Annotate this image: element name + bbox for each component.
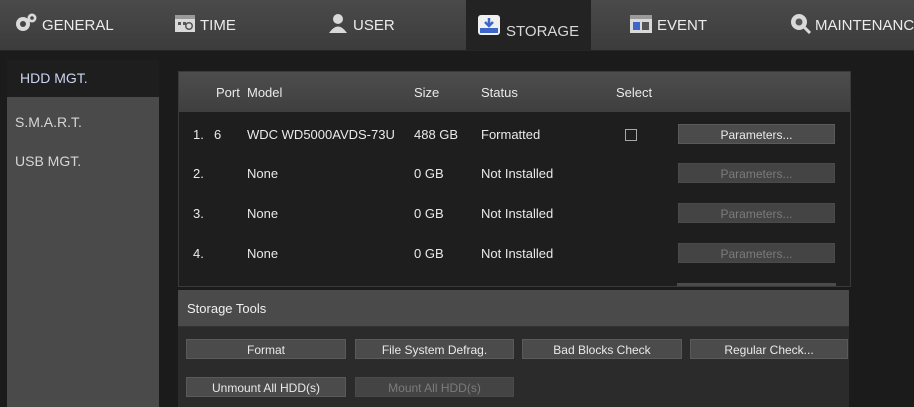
col-select: Select (616, 85, 653, 100)
parameters-button[interactable]: Parameters... (678, 203, 835, 223)
table-header: Port Model Size Status Select (179, 72, 850, 112)
storage-tools-body: Format File System Defrag. Bad Blocks Ch… (178, 327, 849, 407)
tab-maintenance[interactable]: MAINTENANCE (789, 0, 914, 50)
row-index: 4. (193, 246, 204, 261)
sidebar-item-label: HDD MGT. (20, 70, 88, 86)
row-model: None (247, 206, 279, 221)
scroll-indicator (677, 283, 836, 286)
tab-general[interactable]: GENERAL (14, 0, 114, 50)
row-size: 488 GB (414, 127, 459, 142)
unmount-all-hdd-button[interactable]: Unmount All HDD(s) (186, 377, 346, 397)
tab-time[interactable]: TIME (174, 0, 236, 50)
row-status: Formatted (481, 127, 541, 142)
row-size: 0 GB (414, 206, 444, 221)
row-index: 2. (193, 166, 204, 181)
sidebar-item-hdd-mgt[interactable]: HDD MGT. (7, 60, 159, 97)
row-index: 3. (193, 206, 204, 221)
tab-storage[interactable]: STORAGE (466, 0, 591, 50)
file-system-defrag-button[interactable]: File System Defrag. (355, 339, 514, 359)
tab-time-label: TIME (200, 16, 236, 34)
parameters-button[interactable]: Parameters... (678, 124, 835, 144)
calendar-clock-icon (174, 12, 196, 38)
row-status: Not Installed (481, 166, 554, 181)
sidebar: HDD MGT. S.M.A.R.T. USB MGT. (7, 60, 159, 407)
row-size: 0 GB (414, 246, 444, 261)
regular-check-button[interactable]: Regular Check... (690, 339, 848, 359)
parameters-button[interactable]: Parameters... (678, 163, 835, 183)
tab-user[interactable]: USER (327, 0, 395, 50)
sidebar-item-smart[interactable]: S.M.A.R.T. (7, 110, 159, 140)
mount-all-hdd-button[interactable]: Mount All HDD(s) (355, 377, 514, 397)
row-model: WDC WD5000AVDS-73U (247, 127, 395, 142)
format-button[interactable]: Format (186, 339, 346, 359)
hdd-table: Port Model Size Status Select 1. 6 WDC W… (178, 71, 851, 287)
col-status: Status (481, 85, 518, 100)
col-model: Model (247, 85, 283, 100)
tab-event[interactable]: EVENT (629, 0, 707, 50)
table-row: 3. None 0 GB Not Installed Parameters... (179, 194, 850, 232)
event-calendar-icon (629, 12, 653, 38)
table-row: 1. 6 WDC WD5000AVDS-73U 488 GB Formatted… (179, 115, 850, 153)
parameters-button[interactable]: Parameters... (678, 243, 835, 263)
row-status: Not Installed (481, 246, 554, 261)
bad-blocks-check-button[interactable]: Bad Blocks Check (522, 339, 682, 359)
tab-general-label: GENERAL (42, 16, 114, 34)
storage-tools-header: Storage Tools (178, 290, 849, 327)
maintenance-gear-icon (789, 12, 812, 38)
row-model: None (247, 166, 279, 181)
tab-user-label: USER (353, 16, 395, 34)
sidebar-item-usb-mgt[interactable]: USB MGT. (7, 148, 159, 178)
row-status: Not Installed (481, 206, 554, 221)
storage-tools-title: Storage Tools (187, 301, 267, 316)
col-size: Size (414, 85, 440, 100)
col-port: Port (216, 85, 240, 100)
table-row: 4. None 0 GB Not Installed Parameters... (179, 234, 850, 272)
gears-icon (14, 12, 38, 38)
row-index: 1. (193, 127, 204, 142)
top-tab-bar: GENERAL TIME USER STORAGE EVENT MAINTENA… (0, 0, 914, 51)
row-port: 6 (214, 127, 222, 142)
sidebar-item-label: S.M.A.R.T. (15, 114, 82, 130)
tab-event-label: EVENT (657, 16, 708, 34)
user-icon (327, 12, 349, 38)
storage-drive-icon (476, 13, 502, 41)
table-row: 2. None 0 GB Not Installed Parameters... (179, 154, 850, 192)
tab-maintenance-label: MAINTENANCE (815, 16, 914, 34)
select-checkbox[interactable] (625, 129, 637, 141)
row-model: None (247, 246, 279, 261)
tab-storage-label: STORAGE (506, 22, 580, 40)
row-size: 0 GB (414, 166, 444, 181)
storage-tools-panel: Storage Tools Format File System Defrag.… (178, 290, 849, 407)
sidebar-item-label: USB MGT. (15, 153, 82, 169)
